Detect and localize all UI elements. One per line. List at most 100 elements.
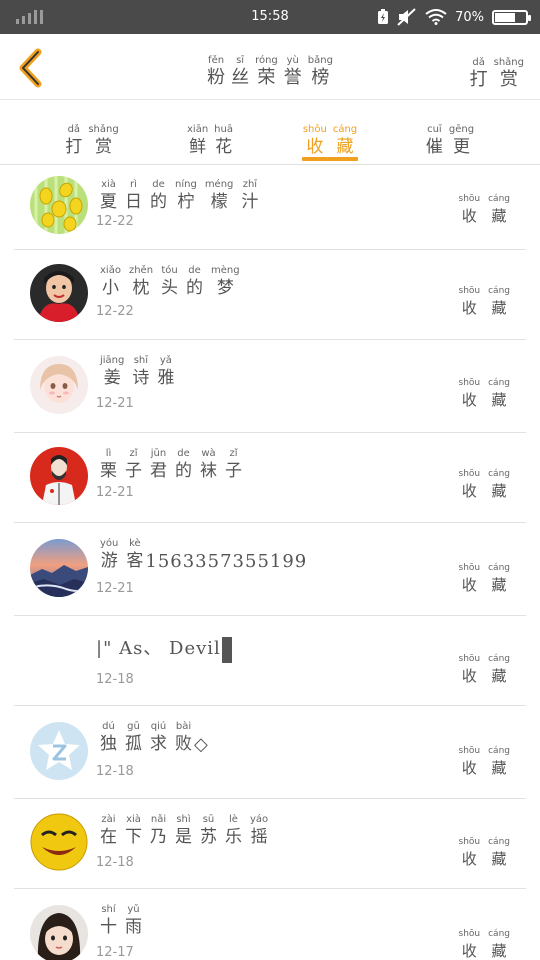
pinyin: zhěn: [128, 265, 154, 276]
hanzi: 十: [100, 917, 117, 937]
hanzi: 的: [150, 192, 167, 212]
pinyin: cáng: [488, 563, 510, 573]
pinyin-char: de 的: [175, 448, 192, 482]
tab-favorites[interactable]: shōu 收 cáng 藏: [270, 117, 390, 158]
hanzi: 子: [125, 461, 142, 481]
pinyin-char: de 的: [186, 265, 203, 299]
pinyin-char: dǎ 打: [470, 57, 488, 91]
pinyin: cáng: [488, 469, 510, 479]
pinyin-char: rì 日: [125, 179, 142, 213]
pinyin-char: shí 十: [100, 904, 117, 938]
pinyin: bài: [175, 721, 192, 732]
pinyin-word: xiān 鲜 huā 花: [187, 124, 233, 158]
pinyin-word: dǎ 打 shǎng 赏: [65, 124, 118, 158]
page-title: fěn 粉 sī 丝 róng 荣 yù 誉 bǎng 榜: [0, 48, 540, 89]
smiley-face-avatar[interactable]: [30, 813, 88, 871]
list-item[interactable]: jiāng 姜 shī 诗 yǎ 雅 12-21 shōu 收 cáng 藏: [14, 340, 526, 433]
fan-date: 12-18: [96, 672, 134, 687]
pinyin: shōu: [458, 378, 481, 388]
favorite-label[interactable]: shōu 收 cáng 藏: [459, 555, 511, 596]
fan-list[interactable]: xià 夏 rì 日 de 的 níng 柠 méng 檬 zhī 汁 12-22 shōu 收 cáng…: [0, 166, 540, 960]
favorite-label[interactable]: shōu 收 cáng 藏: [459, 829, 511, 870]
favorite-label[interactable]: shōu 收 cáng 藏: [459, 461, 511, 502]
list-item[interactable]: lì 栗 zǐ 子 jūn 君 de 的 wà 袜 zǐ 子 12-21 shōu 收 cáng 藏: [14, 433, 526, 523]
list-item[interactable]: shí 十 yǔ 雨 12-17 shōu 收 cáng 藏: [14, 889, 526, 960]
pinyin-char: fěn 粉: [207, 55, 225, 89]
list-item[interactable]: zài 在 xià 下 nǎi 乃 shì 是 sū 苏 lè 乐 yáo 摇 12-18 shōu 收 cá…: [14, 799, 526, 889]
fan-name: dú 独 gū 孤 qiú 求 bài 败 ◇: [100, 714, 209, 755]
fan-date: 12-18: [96, 764, 134, 779]
hanzi: 摇: [250, 827, 268, 847]
pinyin-char: shōu 收: [459, 377, 481, 411]
pinyin: cáng: [488, 746, 510, 756]
list-item[interactable]: |" As、 Devil 12-18 shōu 收 cáng 藏: [14, 616, 526, 706]
fan-date: 12-21: [96, 396, 134, 411]
pinyin-word: xià 夏 rì 日 de 的 níng 柠 méng 檬 zhī 汁: [100, 179, 258, 213]
pinyin-char: yù 誉: [284, 55, 302, 89]
hanzi: 孤: [125, 734, 142, 754]
list-item[interactable]: dú 独 gū 孤 qiú 求 bài 败 ◇ 12-18 shōu 收 cáng 藏: [14, 706, 526, 799]
pinyin: zǐ: [229, 448, 238, 459]
tab-reward[interactable]: dǎ 打 shǎng 赏: [32, 117, 152, 158]
fan-name: shí 十 yǔ 雨: [100, 897, 142, 938]
girl-red-scarf-avatar[interactable]: [30, 264, 88, 322]
hanzi: 子: [225, 461, 242, 481]
fan-name-suffix: ◇: [194, 734, 209, 755]
tab-urge-update[interactable]: cuī 催 gēng 更: [390, 117, 510, 158]
pinyin: sī: [236, 55, 245, 66]
pinyin-char: cáng 藏: [488, 468, 510, 502]
hanzi: 催: [425, 137, 443, 157]
hanzi: 收: [461, 391, 477, 409]
text-cursor: [221, 636, 232, 663]
favorite-label[interactable]: shōu 收 cáng 藏: [459, 278, 511, 319]
pinyin-char: shōu 收: [303, 124, 327, 158]
favorite-label[interactable]: shōu 收 cáng 藏: [459, 186, 511, 227]
pinyin-char: shì 是: [175, 814, 192, 848]
favorite-label[interactable]: shōu 收 cáng 藏: [459, 921, 511, 960]
hanzi: 梦: [216, 278, 234, 298]
lemon-avatar[interactable]: [30, 176, 88, 234]
fan-date: 12-18: [96, 855, 134, 870]
hanzi: 日: [125, 192, 142, 212]
hanzi: 君: [150, 461, 167, 481]
tab-flowers[interactable]: xiān 鲜 huā 花: [150, 117, 270, 158]
hanzi: 藏: [491, 576, 507, 594]
pinyin: cuī: [427, 124, 442, 135]
pinyin-word: shōu 收 cáng 藏: [459, 377, 511, 411]
favorite-label[interactable]: shōu 收 cáng 藏: [459, 370, 511, 411]
sunset-landscape-avatar[interactable]: [30, 539, 88, 597]
little-girl-avatar[interactable]: [30, 905, 88, 960]
list-item[interactable]: xià 夏 rì 日 de 的 níng 柠 méng 檬 zhī 汁 12-22 shōu 收 cáng…: [14, 166, 526, 250]
list-item[interactable]: yóu 游 kè 客 1563357355199 12-21 shōu 收 cáng 藏: [14, 523, 526, 616]
favorite-label[interactable]: shōu 收 cáng 藏: [459, 646, 511, 687]
pinyin-char: cáng 藏: [488, 745, 510, 779]
pinyin: kè: [129, 538, 141, 549]
pinyin-word: shōu 收 cáng 藏: [459, 653, 511, 687]
pinyin-char: cáng 藏: [488, 653, 510, 687]
pinyin: rì: [130, 179, 137, 190]
hanzi: 是: [175, 827, 192, 847]
pinyin-word: xiǎo 小 zhěn 枕 tóu 头 de 的 mèng 梦: [100, 265, 240, 299]
pinyin: nǎi: [150, 814, 167, 825]
reward-button[interactable]: dǎ 打 shǎng 赏: [470, 50, 524, 91]
pinyin: shōu: [458, 746, 481, 756]
pinyin: gū: [127, 721, 140, 732]
pinyin-char: qiú 求: [150, 721, 167, 755]
pinyin: lè: [229, 814, 238, 825]
man-red-background-avatar[interactable]: [30, 447, 88, 505]
default-star-avatar[interactable]: [30, 722, 88, 780]
favorite-label[interactable]: shōu 收 cáng 藏: [459, 738, 511, 779]
pinyin-word: shōu 收 cáng 藏: [459, 928, 511, 960]
hanzi: 藏: [491, 942, 507, 960]
list-item[interactable]: xiǎo 小 zhěn 枕 tóu 头 de 的 mèng 梦 12-22 shōu 收 cáng 藏: [14, 250, 526, 340]
hanzi: 袜: [200, 461, 217, 481]
pinyin-char: jūn 君: [150, 448, 167, 482]
pinyin: dǎ: [67, 124, 81, 135]
pinyin: shōu: [458, 837, 481, 847]
pinyin: shī: [133, 355, 149, 366]
hanzi: 头: [161, 278, 179, 298]
pinyin-char: gēng 更: [449, 124, 474, 158]
pinyin-char: wà 袜: [200, 448, 217, 482]
pinyin-char: jiāng 姜: [100, 355, 124, 389]
anime-girl-avatar[interactable]: [30, 356, 88, 414]
